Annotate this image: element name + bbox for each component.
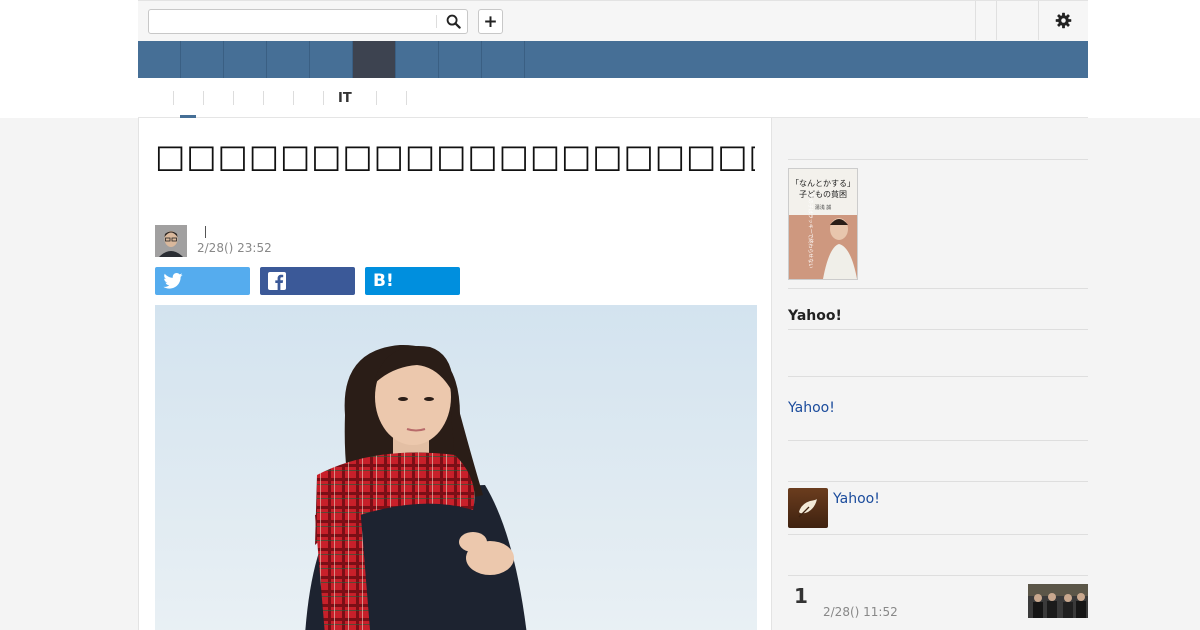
book-ad[interactable]: 「なんとかする」 子どもの貧困 湯浅 誠 あの子はラッキーで終わらせない	[788, 168, 858, 280]
gear-icon	[1055, 12, 1072, 29]
subnav-item-4[interactable]	[268, 91, 290, 107]
subnav-divider	[293, 91, 294, 105]
book-title-line2: 子どもの貧困	[799, 189, 847, 199]
search-icon	[446, 14, 461, 29]
hatena-icon: B!	[373, 271, 394, 291]
ranking-photo	[1028, 584, 1088, 618]
ranking-date: 2/28() 11:52	[823, 605, 898, 619]
subnav-divider	[323, 91, 324, 105]
subnav-divider	[173, 91, 174, 105]
subnav-item-5[interactable]	[298, 91, 320, 107]
post-date: 2/28() 23:52	[197, 241, 272, 255]
sidebar-divider	[788, 329, 1088, 330]
book-title-line1: 「なんとかする」	[791, 179, 855, 188]
facebook-icon	[268, 272, 286, 290]
book-cover: 「なんとかする」 子どもの貧困 湯浅 誠 あの子はラッキーで終わらせない	[789, 169, 857, 279]
sidebar: 「なんとかする」 子どもの貧困 湯浅 誠 あの子はラッキーで終わらせない Yah…	[788, 118, 1088, 630]
hatena-bookmark-button[interactable]: B!	[365, 267, 460, 295]
subnav-divider	[203, 91, 204, 105]
header-bar: +	[138, 0, 1088, 41]
twitter-share-button[interactable]	[155, 267, 250, 295]
nav-tab-9[interactable]	[482, 41, 525, 78]
sidebar-divider	[788, 534, 1088, 535]
author-separator	[205, 226, 206, 238]
nav-tab-1[interactable]	[138, 41, 181, 78]
facebook-share-button[interactable]	[260, 267, 355, 295]
book-tagline: あの子はラッキーで終わらせない	[807, 194, 814, 269]
search-button[interactable]	[439, 10, 467, 33]
author-avatar[interactable]	[155, 225, 187, 257]
article-title: □□□□□□□□□□□□□□□□□□□□□□□□□□□□□□□□	[155, 138, 755, 174]
author-photo	[155, 225, 187, 257]
nav-tab-8[interactable]	[439, 41, 482, 78]
nav-tab-6-active[interactable]	[353, 41, 396, 78]
sidebar-divider	[788, 159, 1088, 160]
nav-tab-5[interactable]	[310, 41, 353, 78]
feature-thumbnail[interactable]	[788, 488, 828, 528]
sidebar-divider	[788, 376, 1088, 377]
sidebar-heading: Yahoo!	[788, 308, 842, 324]
sub-nav: IT	[138, 78, 1088, 118]
nav-tab-3[interactable]	[224, 41, 267, 78]
nav-tab-2[interactable]	[181, 41, 224, 78]
add-button[interactable]: +	[478, 9, 503, 34]
subnav-divider	[406, 91, 407, 105]
search-divider	[436, 15, 437, 28]
subnav-divider	[376, 91, 377, 105]
book-author: 湯浅 誠	[815, 204, 832, 211]
nav-tab-7[interactable]	[396, 41, 439, 78]
sidebar-divider	[788, 440, 1088, 441]
subnav-item-it[interactable]: IT	[338, 91, 352, 106]
subnav-item-1[interactable]	[178, 91, 198, 107]
search-input[interactable]	[149, 10, 435, 33]
settings-button[interactable]	[1038, 1, 1088, 40]
sidebar-divider	[788, 481, 1088, 482]
header-menu-2[interactable]	[996, 1, 1038, 40]
ranking-thumbnail[interactable]	[1028, 584, 1088, 618]
subnav-divider	[233, 91, 234, 105]
nav-tab-4[interactable]	[267, 41, 310, 78]
sidebar-link[interactable]: Yahoo!	[788, 400, 835, 416]
subnav-item-7[interactable]	[381, 91, 403, 107]
feature-link[interactable]: Yahoo!	[833, 491, 880, 507]
subnav-item-2[interactable]	[208, 91, 230, 107]
plus-icon: +	[483, 11, 498, 32]
article-photo	[155, 305, 757, 630]
sidebar-divider	[788, 575, 1088, 576]
subnav-item-3[interactable]	[238, 91, 260, 107]
article: □□□□□□□□□□□□□□□□□□□□□□□□□□□□□□□□ 2/28() …	[138, 118, 772, 630]
category-nav	[138, 41, 1088, 78]
sidebar-divider	[788, 288, 1088, 289]
subnav-divider	[263, 91, 264, 105]
ranking-number: 1	[794, 584, 808, 608]
header-menu-1[interactable]	[975, 1, 996, 40]
twitter-icon	[163, 273, 183, 289]
feather-icon	[798, 499, 817, 518]
search-box	[148, 9, 468, 34]
